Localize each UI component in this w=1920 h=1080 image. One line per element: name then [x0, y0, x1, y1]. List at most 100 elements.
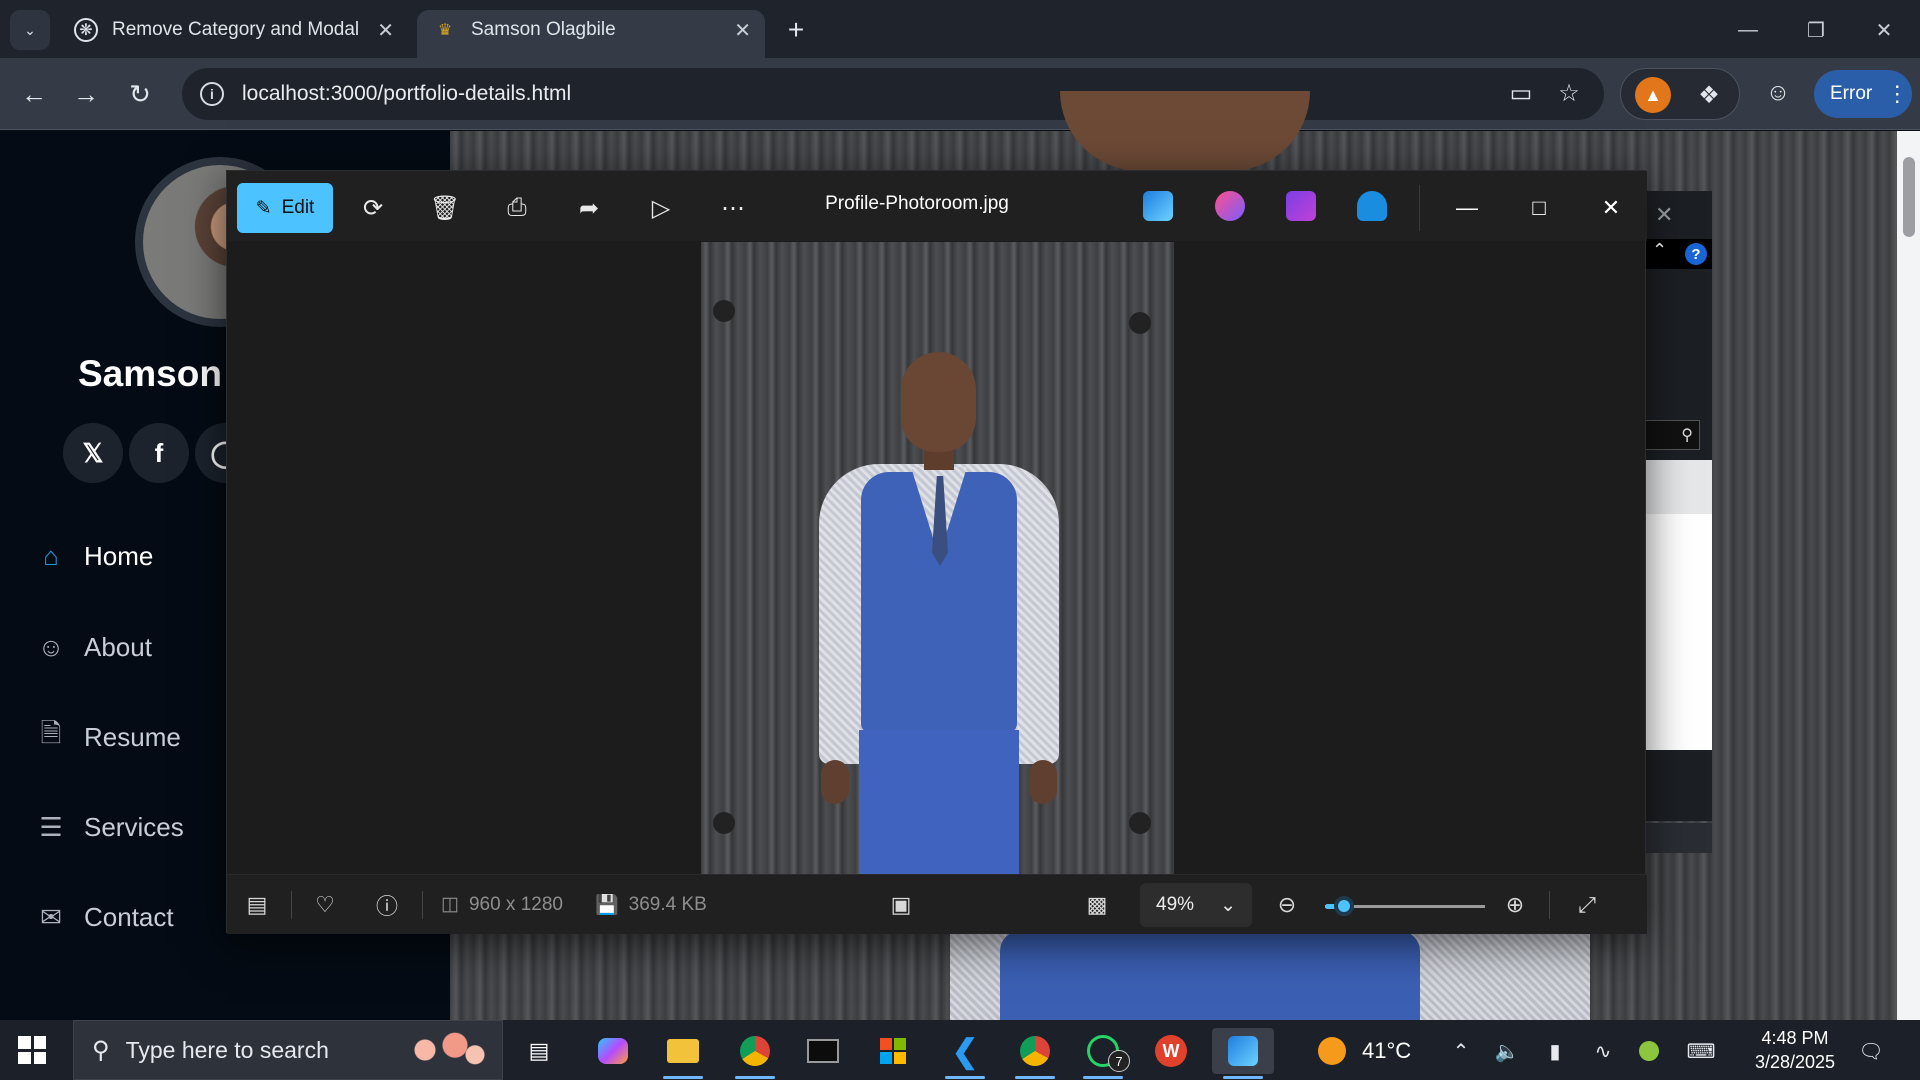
nav-item-about[interactable]: ☺ About — [36, 627, 152, 667]
profile-icon[interactable]: ☺ — [1757, 72, 1799, 114]
help-icon[interactable]: ? — [1685, 243, 1707, 265]
close-icon[interactable]: ✕ — [1655, 202, 1673, 228]
zoom-in-button[interactable]: ⊕ — [1495, 885, 1535, 925]
more-options-button[interactable]: ⋯ — [710, 185, 756, 231]
notifications-icon[interactable]: 🗨 — [1856, 1036, 1886, 1066]
close-window-button[interactable]: ✕ — [1858, 10, 1910, 50]
social-facebook-link[interactable]: f — [129, 423, 189, 483]
profile-error-button[interactable]: Error ⋮ — [1814, 70, 1912, 118]
file-explorer-icon[interactable] — [656, 1028, 710, 1074]
viewer-minimize-button[interactable]: — — [1437, 185, 1497, 231]
weather-temperature[interactable]: 41°C — [1362, 1038, 1411, 1064]
whatsapp-icon[interactable]: 7 — [1076, 1028, 1130, 1074]
designer-app-icon[interactable] — [1215, 191, 1245, 221]
back-button[interactable]: ← — [14, 74, 54, 114]
print-button[interactable]: ⎙ — [494, 185, 540, 231]
browser-toolbar: ← → ↻ i localhost:3000/portfolio-details… — [0, 58, 1920, 130]
weather-sun-icon[interactable] — [1318, 1037, 1346, 1065]
security-status-icon[interactable] — [1634, 1036, 1664, 1066]
tab-strip: ⌄ ❋ Remove Category and Modal ✕ ♛ Samson… — [0, 0, 1920, 58]
wps-office-icon[interactable]: W — [1144, 1028, 1198, 1074]
forward-button[interactable]: → — [66, 74, 106, 114]
server-icon: ☰ — [39, 811, 63, 842]
start-button[interactable] — [18, 1036, 46, 1064]
extensions-puzzle-icon[interactable]: ❖ — [1691, 77, 1727, 113]
bookmark-star-icon[interactable]: ☆ — [1548, 72, 1590, 114]
chevron-up-icon[interactable]: ⌃ — [1652, 240, 1667, 261]
metamask-icon[interactable]: ▲ — [1635, 77, 1671, 113]
viewer-maximize-button[interactable]: □ — [1509, 185, 1569, 231]
taskbar-clock[interactable]: 4:48 PM 3/28/2025 — [1740, 1026, 1850, 1074]
tab-samson-olagbile[interactable]: ♛ Samson Olagbile ✕ — [417, 10, 765, 58]
clock-date: 3/28/2025 — [1754, 1052, 1836, 1072]
zoom-slider-thumb[interactable] — [1334, 896, 1354, 916]
nav-item-resume[interactable]: 🗎 Resume — [36, 717, 181, 757]
onedrive-icon[interactable] — [1357, 191, 1387, 221]
filmstrip-button[interactable]: ▤ — [237, 885, 277, 925]
chrome-profile-icon[interactable] — [728, 1028, 782, 1074]
photos-taskbar-icon[interactable] — [1212, 1028, 1274, 1074]
share-button[interactable]: ➦ — [566, 185, 612, 231]
tab-remove-category[interactable]: ❋ Remove Category and Modal ✕ — [58, 10, 408, 58]
reload-icon: ↻ — [129, 78, 151, 109]
photos-app-icon[interactable] — [1143, 191, 1173, 221]
vscode-icon[interactable]: ❮ — [938, 1028, 992, 1074]
search-highlight-image — [395, 1026, 495, 1074]
toolbar-divider — [1419, 185, 1420, 231]
tab-search-button[interactable]: ⌄ — [10, 10, 50, 50]
envelope-icon: ✉ — [40, 901, 62, 932]
network-icon[interactable]: ∿ — [1588, 1036, 1618, 1066]
file-info-button[interactable]: ⓘ — [367, 885, 407, 925]
visual-search-button[interactable]: ▣ — [881, 885, 921, 925]
social-x-link[interactable]: 𝕏 — [63, 423, 123, 483]
divider — [422, 891, 423, 919]
microsoft-store-icon[interactable] — [866, 1028, 920, 1074]
reload-button[interactable]: ↻ — [120, 74, 160, 114]
more-icon: ⋯ — [721, 194, 745, 222]
fit-to-window-button[interactable]: ▩ — [1077, 885, 1117, 925]
task-view-icon[interactable]: ▤ — [512, 1028, 566, 1074]
fullscreen-button[interactable]: ⤢ — [1567, 885, 1607, 925]
nav-item-home[interactable]: ⌂ Home — [36, 536, 153, 576]
viewer-close-button[interactable]: ✕ — [1581, 185, 1641, 231]
delete-button[interactable]: 🗑 — [422, 185, 468, 231]
zoom-out-button[interactable]: ⊖ — [1267, 885, 1307, 925]
address-bar[interactable]: i localhost:3000/portfolio-details.html — [182, 68, 1604, 120]
close-icon[interactable]: ✕ — [734, 18, 751, 43]
dialog-footer — [1645, 823, 1712, 853]
keyboard-icon[interactable]: ⌨ — [1686, 1036, 1716, 1066]
edit-button[interactable]: ✎ Edit — [237, 183, 333, 233]
photo-detail — [713, 300, 735, 322]
slideshow-button[interactable]: ▷ — [638, 185, 684, 231]
scrollbar-thumb[interactable] — [1903, 157, 1915, 237]
windows-taskbar: ⚲ Type here to search ▤ ❮ 7 W 41°C ⌃ 🔈 ▮… — [0, 1020, 1920, 1080]
kebab-menu-icon[interactable]: ⋮ — [1886, 81, 1908, 107]
close-icon[interactable]: ✕ — [377, 18, 394, 43]
error-label: Error — [1830, 83, 1873, 104]
zoom-level-dropdown[interactable]: 49% ⌄ — [1140, 883, 1252, 927]
chrome-icon[interactable] — [1008, 1028, 1062, 1074]
chevron-up-icon[interactable]: ⌃ — [1446, 1036, 1476, 1066]
favorite-button[interactable]: ♡ — [305, 885, 345, 925]
terminal-icon[interactable] — [796, 1028, 850, 1074]
install-app-icon[interactable]: ▭ — [1500, 72, 1542, 114]
restore-button[interactable]: ❐ — [1790, 10, 1842, 50]
site-info-icon[interactable]: i — [200, 82, 224, 106]
running-indicator — [1223, 1076, 1263, 1079]
displayed-photo[interactable] — [701, 242, 1174, 874]
search-placeholder: Type here to search — [125, 1036, 329, 1063]
battery-icon[interactable]: ▮ — [1540, 1036, 1570, 1066]
copilot-icon[interactable] — [586, 1028, 640, 1074]
filesize-text: 369.4 KB — [628, 894, 707, 915]
rotate-button[interactable]: ⟳ — [350, 185, 396, 231]
minimize-button[interactable]: — — [1722, 10, 1774, 50]
speaker-icon[interactable]: 🔈 — [1492, 1036, 1522, 1066]
page-scrollbar[interactable] — [1897, 131, 1920, 1020]
nav-item-contact[interactable]: ✉ Contact — [36, 897, 174, 937]
clipchamp-app-icon[interactable] — [1286, 191, 1316, 221]
dimensions-icon: ◫ — [441, 894, 459, 915]
search-icon[interactable]: ⚲ — [1640, 420, 1700, 450]
photos-viewer-window: ✎ Edit ⟳ 🗑 ⎙ ➦ ▷ ⋯ Profile-Photoroom.jpg… — [226, 170, 1647, 934]
new-tab-button[interactable]: + — [780, 14, 812, 46]
nav-item-services[interactable]: ☰ Services — [36, 807, 183, 847]
